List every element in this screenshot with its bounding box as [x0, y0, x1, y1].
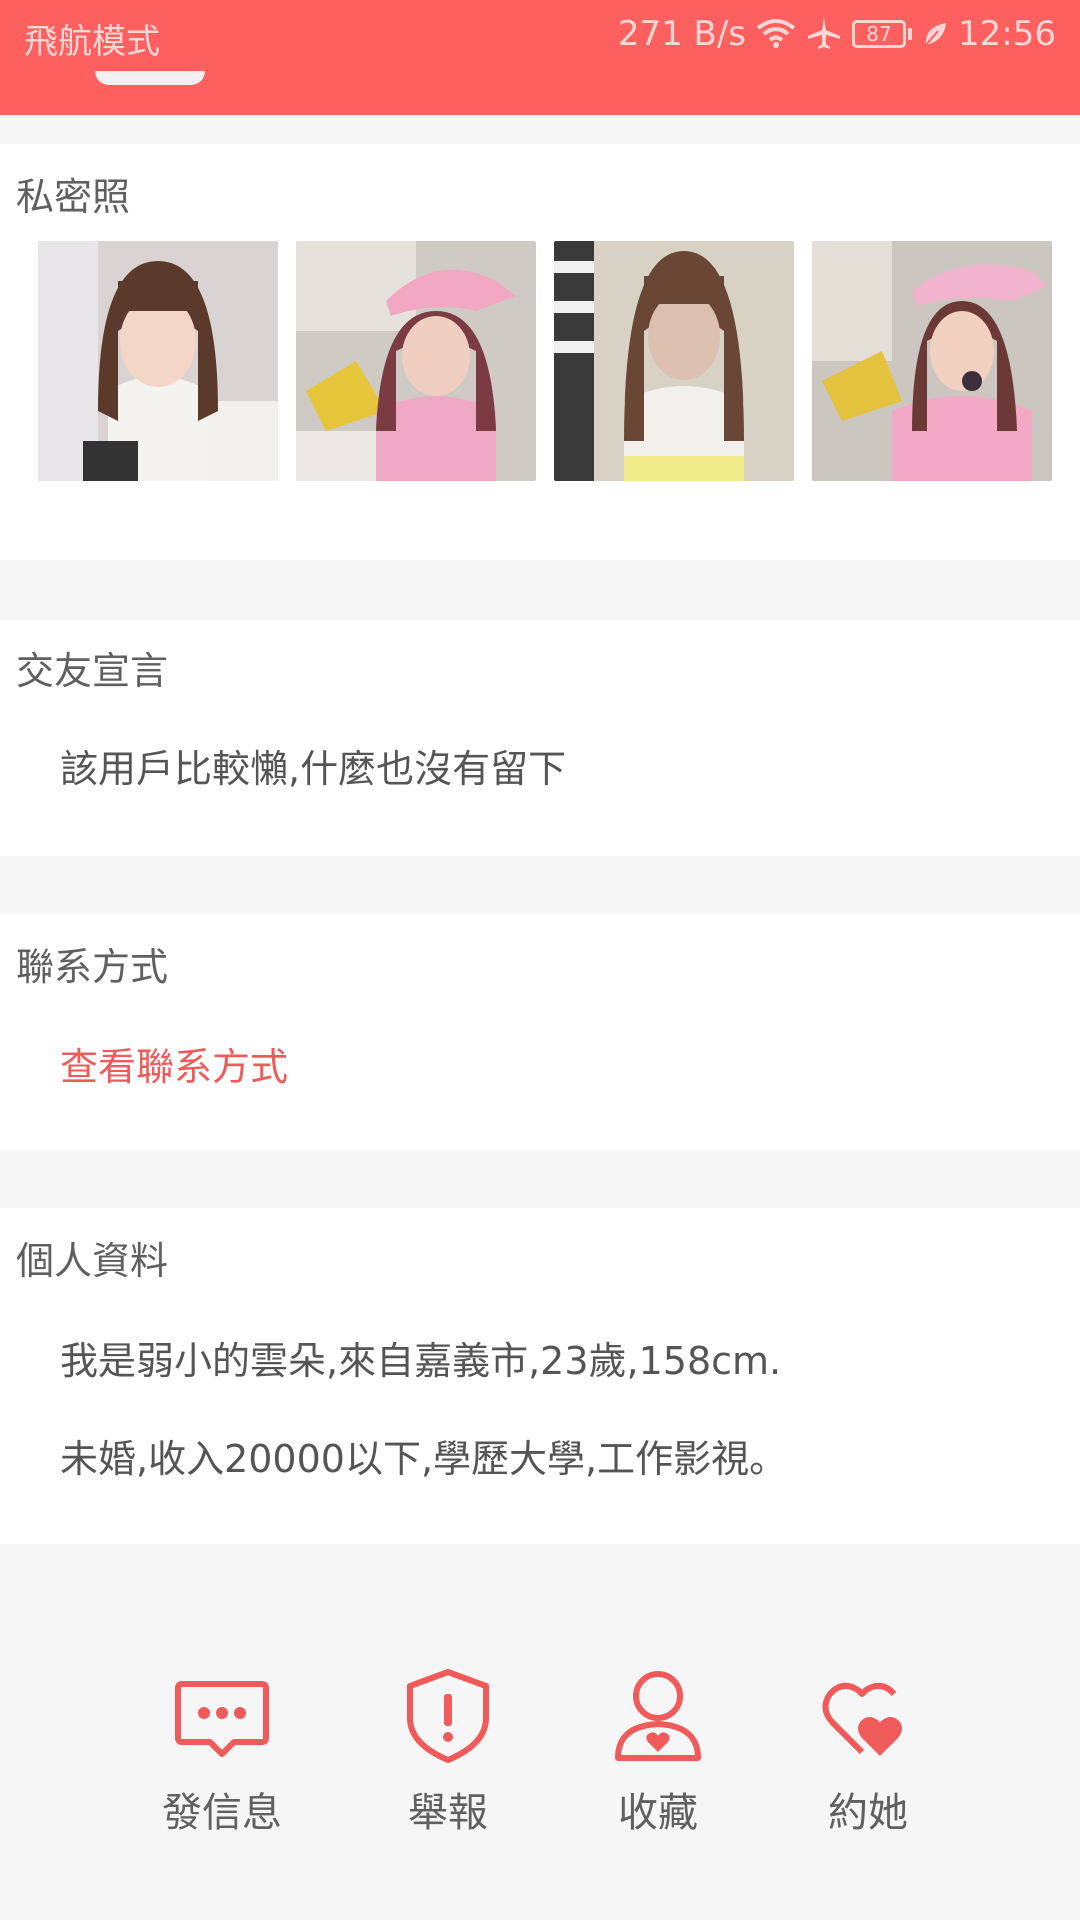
date-her-button[interactable]: 約她: [778, 1666, 958, 1838]
status-indicators: 271 B/s 87 12:56: [618, 14, 1056, 54]
section-title-declaration: 交友宣言: [16, 649, 169, 693]
profile-section: 個人資料 我是弱小的雲朵,來自嘉義市,23歲,158cm. 未婚,收入20000…: [0, 1208, 1080, 1544]
contact-section: 聯系方式 查看聯系方式: [0, 914, 1080, 1150]
favorite-label: 收藏: [618, 1790, 698, 1836]
action-bar: 發信息 舉報 收藏 約她: [0, 1650, 1080, 1870]
airplane-icon: [806, 16, 842, 52]
photo-strip: [38, 241, 1052, 481]
favorite-button[interactable]: 收藏: [568, 1666, 748, 1838]
profile-line-2: 未婚,收入20000以下,學歷大學,工作影視。: [60, 1437, 788, 1481]
airplane-mode-label: 飛航模式: [24, 22, 160, 62]
private-photo-2[interactable]: [296, 241, 536, 481]
private-photos-section: 私密照: [0, 144, 1080, 560]
report-button[interactable]: 舉報: [358, 1666, 538, 1838]
battery-icon: 87: [852, 20, 913, 48]
leaf-icon: [922, 19, 948, 49]
battery-level: 87: [852, 20, 907, 48]
private-photo-1[interactable]: [38, 241, 278, 481]
pull-down-handle[interactable]: [95, 71, 205, 85]
clock: 12:56: [958, 14, 1056, 54]
date-hearts-icon: [818, 1666, 918, 1766]
date-her-label: 約她: [828, 1790, 908, 1836]
section-title-contact: 聯系方式: [16, 945, 169, 989]
favorite-user-icon: [608, 1666, 708, 1766]
declaration-text: 該用戶比較懶,什麼也沒有留下: [60, 747, 567, 791]
profile-line-1: 我是弱小的雲朵,來自嘉義市,23歲,158cm.: [60, 1339, 782, 1383]
section-title-private-photos: 私密照: [16, 175, 131, 219]
network-speed: 271 B/s: [617, 14, 747, 54]
private-photo-4[interactable]: [812, 241, 1052, 481]
send-message-button[interactable]: 發信息: [132, 1666, 312, 1838]
private-photo-3[interactable]: [554, 241, 794, 481]
message-icon: [172, 1666, 272, 1766]
wifi-icon: [756, 18, 796, 50]
report-label: 舉報: [408, 1790, 488, 1836]
send-message-label: 發信息: [162, 1790, 282, 1836]
status-bar: 飛航模式 271 B/s 87 12:56: [0, 0, 1080, 115]
view-contact-link[interactable]: 查看聯系方式: [60, 1036, 288, 1091]
report-shield-icon: [398, 1666, 498, 1766]
declaration-section: 交友宣言 該用戶比較懶,什麼也沒有留下: [0, 620, 1080, 856]
section-title-profile: 個人資料: [16, 1239, 169, 1283]
